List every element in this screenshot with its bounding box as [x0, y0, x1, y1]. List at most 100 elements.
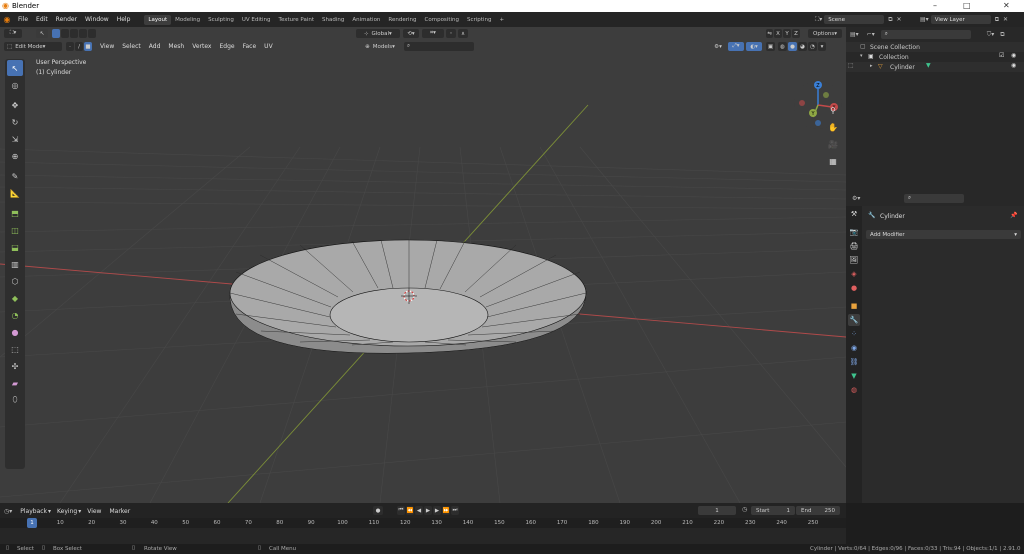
tab-layout[interactable]: Layout	[144, 14, 172, 25]
play-icon[interactable]: ▶	[424, 506, 432, 515]
filter-icon[interactable]: ⛉▾	[987, 31, 995, 39]
select-tool-icon[interactable]: ↖	[36, 29, 48, 38]
select-mode-new-icon[interactable]	[52, 29, 60, 38]
record-icon[interactable]: ●	[373, 506, 383, 515]
current-frame-field[interactable]: 1	[698, 506, 736, 515]
menu-select[interactable]: Select	[122, 43, 141, 50]
axis-y-toggle[interactable]: Y	[783, 29, 791, 38]
axis-x-toggle[interactable]: X	[774, 29, 782, 38]
bevel-icon[interactable]: ⬓	[7, 239, 23, 255]
vertex-select-icon[interactable]: ·	[66, 42, 74, 51]
spin-icon[interactable]: ◔	[7, 307, 23, 323]
gizmo-toggle-icon[interactable]: ⤢▾	[728, 42, 744, 51]
outliner-display-icon[interactable]: ⌐▾	[867, 31, 875, 38]
output-tab-icon[interactable]: 🖨	[848, 240, 860, 252]
properties-search-input[interactable]: ⌕	[904, 194, 964, 203]
edge-select-icon[interactable]: /	[75, 42, 83, 51]
options-dropdown[interactable]: Options ▾	[808, 29, 842, 38]
delete-scene-icon[interactable]: ✕	[897, 16, 902, 23]
maximize-button[interactable]: □	[963, 1, 971, 10]
tab-modeling[interactable]: Modeling	[171, 15, 204, 25]
menu-file[interactable]: File	[14, 16, 32, 23]
menu-window[interactable]: Window	[81, 16, 113, 23]
face-select-icon[interactable]: ■	[84, 42, 92, 51]
snap-icon[interactable]: ⌗▾	[422, 29, 444, 38]
expand-arrow-icon[interactable]: ▸	[870, 63, 873, 69]
physics-tab-icon[interactable]: ◉	[848, 342, 860, 354]
overlay-toggle-icon[interactable]: ◐▾	[746, 42, 762, 51]
mirror-icon[interactable]: ⇋	[766, 29, 773, 38]
smooth-icon[interactable]: ●	[7, 324, 23, 340]
menu-edit[interactable]: Edit	[32, 16, 52, 23]
outliner-search-input[interactable]: ⌕	[880, 30, 971, 39]
new-scene-icon[interactable]: ⧉	[888, 16, 892, 24]
jump-start-icon[interactable]: ⏮	[397, 506, 405, 515]
collection-dropdown[interactable]: ⊕ Models ▾	[358, 42, 402, 51]
end-frame-field[interactable]: End 250	[796, 506, 840, 515]
object-tab-icon[interactable]: ■	[848, 300, 860, 312]
menu-add[interactable]: Add	[149, 43, 161, 50]
menu-playback[interactable]: Playback	[20, 508, 47, 515]
tab-animation[interactable]: Animation	[348, 15, 384, 25]
tab-sculpting[interactable]: Sculpting	[204, 15, 238, 25]
xray-icon[interactable]: ▣	[766, 42, 775, 51]
move-icon[interactable]: ✥	[7, 97, 23, 113]
rendered-shading-icon[interactable]: ◔	[808, 42, 817, 51]
jump-end-icon[interactable]: ⏭	[451, 506, 459, 515]
outliner-row-cylinder[interactable]: ⬚ ▸ ▽ Cylinder ▼ ◉	[846, 62, 1024, 72]
shading-options-icon[interactable]: ▾	[818, 42, 826, 51]
viewport-search-input[interactable]: ⌕	[404, 42, 474, 51]
world-tab-icon[interactable]: ●	[848, 282, 860, 294]
material-tab-icon[interactable]: ◍	[848, 384, 860, 396]
mode-dropdown[interactable]: ⬚ Edit Mode ▾	[4, 42, 62, 51]
pin-icon[interactable]: 📌	[1010, 212, 1017, 219]
scene-tab-icon[interactable]: ◈	[848, 268, 860, 280]
frame-ruler[interactable]: 1 10 20 30 40 50 60 70 80 90 100 110 120 130 140 150 160…	[0, 518, 846, 528]
scene-field[interactable]: Scene	[824, 15, 885, 24]
select-mode-subtract-icon[interactable]	[70, 29, 78, 38]
proportional-edit-icon[interactable]: ◦	[446, 29, 456, 38]
zoom-icon[interactable]: ⚲	[827, 104, 839, 116]
menu-mesh[interactable]: Mesh	[168, 43, 184, 50]
cylinder-mesh[interactable]	[229, 239, 587, 354]
knife-icon[interactable]: ⬡	[7, 273, 23, 289]
add-workspace-button[interactable]: +	[495, 15, 508, 25]
menu-face[interactable]: Face	[243, 43, 257, 50]
loop-cut-icon[interactable]: ▥	[7, 256, 23, 272]
orientation-dropdown[interactable]: ⊹ Global ▾	[356, 29, 400, 38]
menu-help[interactable]: Help	[113, 16, 135, 23]
shrink-fatten-icon[interactable]: ✣	[7, 358, 23, 374]
tab-shading[interactable]: Shading	[318, 15, 348, 25]
falloff-icon[interactable]: ∧	[458, 29, 468, 38]
data-tab-icon[interactable]: ▼	[848, 370, 860, 382]
outliner-row-collection[interactable]: ▾ ▣ Collection ☑ ◉	[846, 52, 1024, 62]
axis-z-toggle[interactable]: Z	[792, 29, 800, 38]
jump-keyframe-back-icon[interactable]: ⏪	[406, 506, 414, 515]
grid-view-icon[interactable]: ▦	[827, 155, 839, 167]
step-forward-icon[interactable]: ▶	[433, 506, 441, 515]
edge-slide-icon[interactable]: ⬚	[7, 341, 23, 357]
delete-view-layer-icon[interactable]: ✕	[1003, 16, 1008, 23]
select-box-icon[interactable]: ↖	[7, 60, 23, 76]
properties-editor-icon[interactable]: ⚙▾	[852, 195, 860, 202]
menu-view[interactable]: View	[100, 43, 114, 50]
editor-type-icon[interactable]: ⛶▾	[4, 29, 22, 38]
blender-menu-icon[interactable]: ◉	[0, 15, 14, 24]
menu-marker[interactable]: Marker	[109, 508, 130, 515]
visibility-icon[interactable]: ⚙▾	[710, 42, 726, 51]
tab-scripting[interactable]: Scripting	[463, 15, 495, 25]
rotate-icon[interactable]: ↻	[7, 114, 23, 130]
poly-build-icon[interactable]: ◆	[7, 290, 23, 306]
menu-vertex[interactable]: Vertex	[192, 43, 211, 50]
rip-region-icon[interactable]: ⬯	[7, 392, 23, 408]
view-layer-tab-icon[interactable]: 🖼	[848, 254, 860, 266]
collection-checkbox[interactable]: ☑	[999, 52, 1004, 59]
add-modifier-dropdown[interactable]: Add Modifier ▾	[866, 230, 1021, 239]
tab-rendering[interactable]: Rendering	[384, 15, 420, 25]
select-mode-intersect-icon[interactable]	[88, 29, 96, 38]
tab-uv-editing[interactable]: UV Editing	[238, 15, 275, 25]
shear-icon[interactable]: ▰	[7, 375, 23, 391]
camera-icon[interactable]: 🎥	[827, 138, 839, 150]
new-view-layer-icon[interactable]: ⧉	[995, 16, 999, 24]
timeline-editor-icon[interactable]: ◷▾	[4, 508, 12, 515]
